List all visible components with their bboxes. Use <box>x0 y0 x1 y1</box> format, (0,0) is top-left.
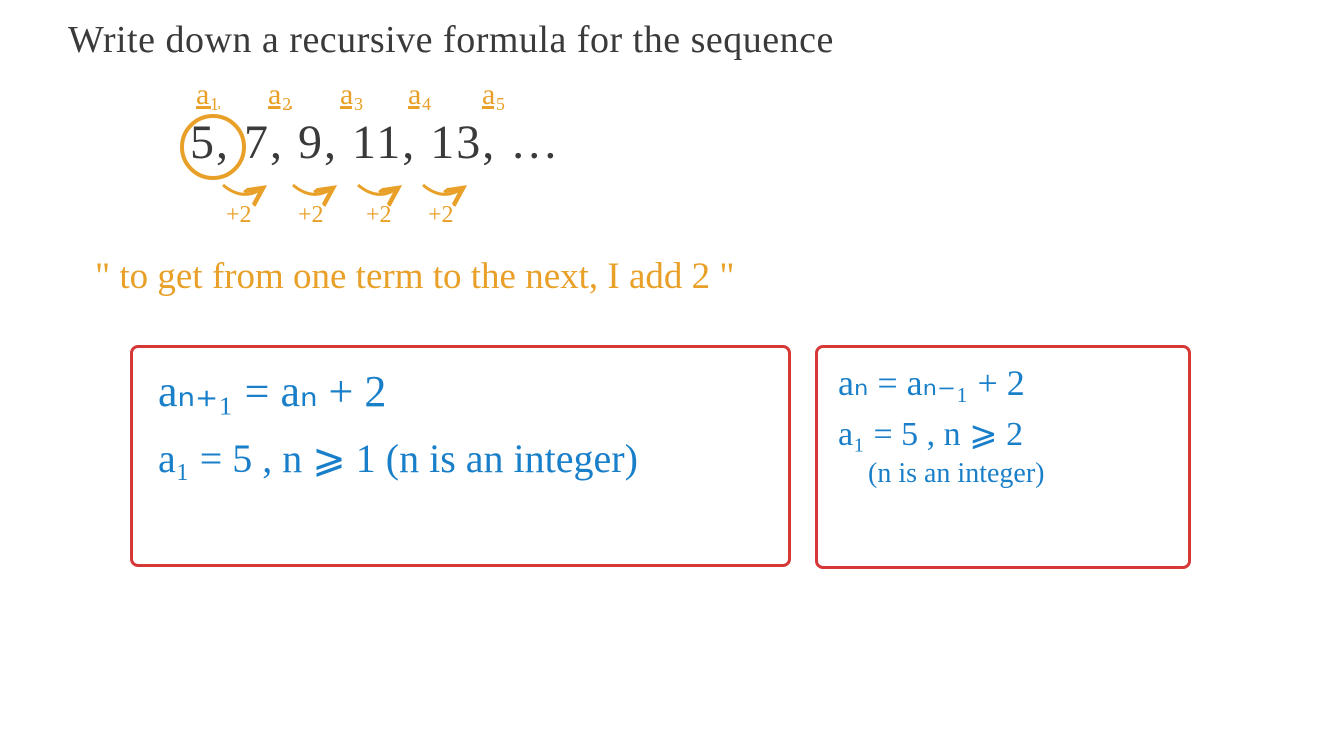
problem-title: Write down a recursive formula for the s… <box>68 18 834 62</box>
step-plus2-2: +2 <box>298 202 324 229</box>
step-plus2-1: +2 <box>226 202 252 229</box>
formula-box-1: aₙ₊₁ = aₙ + 2 a₁ = 5 , n ⩾ 1 (n is an in… <box>130 345 791 567</box>
term-label-a3: a₃ <box>340 78 364 112</box>
sequence-terms: 5, 7, 9, 11, 13, … <box>190 115 560 170</box>
formula-box-2: aₙ = aₙ₋₁ + 2 a₁ = 5 , n ⩾ 2 (n is an in… <box>815 345 1191 569</box>
formula1-line1: aₙ₊₁ = aₙ + 2 <box>158 366 763 417</box>
arrows-svg <box>218 180 498 210</box>
formula2-line2: a₁ = 5 , n ⩾ 2 <box>838 414 1168 454</box>
step-plus2-3: +2 <box>366 202 392 229</box>
term-label-a4: a₄ <box>408 78 432 112</box>
formula1-line2: a₁ = 5 , n ⩾ 1 (n is an integer) <box>158 435 763 482</box>
formula2-line1: aₙ = aₙ₋₁ + 2 <box>838 362 1168 404</box>
formula2-line3: (n is an integer) <box>838 458 1168 490</box>
explanation-text: " to get from one term to the next, I ad… <box>95 255 735 298</box>
term-label-a2: a₂ <box>268 78 292 112</box>
step-plus2-4: +2 <box>428 202 454 229</box>
term-label-a5: a₅ <box>482 78 506 112</box>
term-label-a1: a₁ <box>196 78 220 112</box>
